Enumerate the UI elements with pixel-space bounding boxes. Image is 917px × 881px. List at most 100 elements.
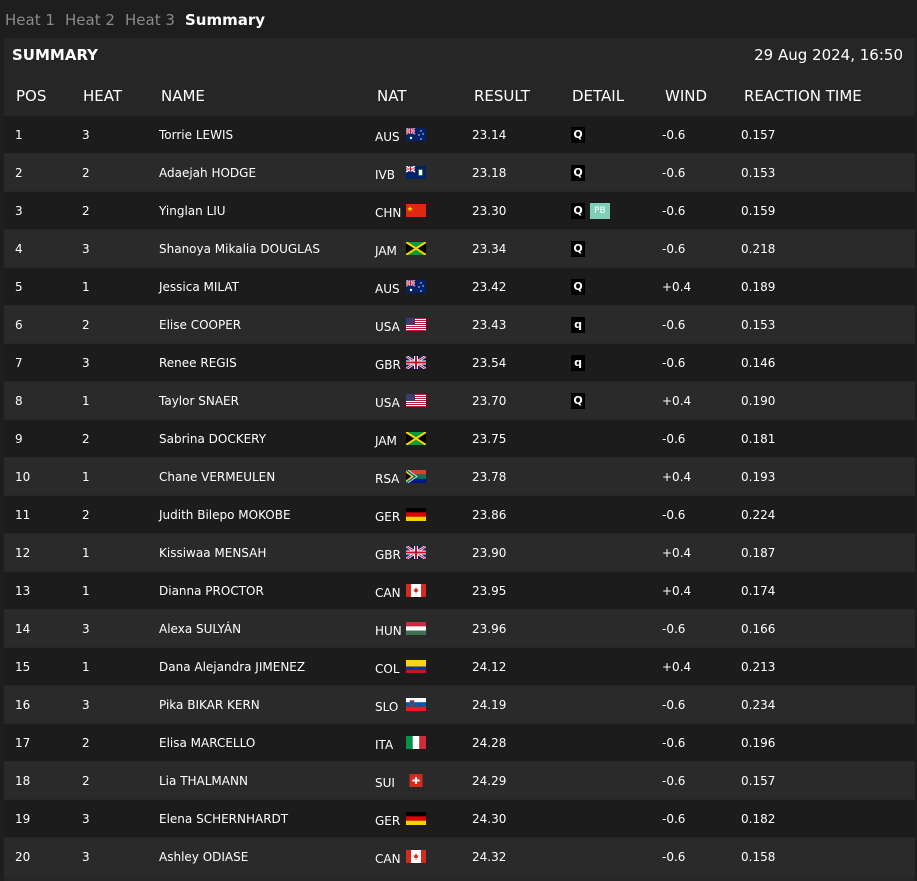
tab-heat-3[interactable]: Heat 3: [125, 11, 175, 29]
col-detail[interactable]: DETAIL: [572, 87, 624, 105]
col-wind[interactable]: WIND: [665, 87, 707, 105]
row-reaction-time: 0.196: [741, 736, 776, 750]
row-pos: 2: [15, 166, 23, 180]
row-result: 24.28: [472, 736, 507, 750]
table-row[interactable]: 3 2 Yinglan LIU CHN 23.30 Q PB -0.6 0.15…: [4, 192, 915, 229]
table-row[interactable]: 10 1 Chane VERMEULEN RSA 23.78 +0.4 0.19…: [4, 458, 915, 495]
row-heat: 3: [82, 850, 90, 864]
row-athlete-name[interactable]: Sabrina DOCKERY: [159, 432, 266, 446]
flag-icon: [406, 698, 426, 711]
row-heat: 1: [82, 280, 90, 294]
table-row[interactable]: 11 2 Judith Bilepo MOKOBE GER 23.86 -0.6…: [4, 496, 915, 533]
row-wind: -0.6: [662, 812, 686, 826]
row-athlete-name[interactable]: Kissiwaa MENSAH: [159, 546, 266, 560]
flag-icon: [406, 356, 426, 369]
table-row[interactable]: 2 2 Adaejah HODGE IVB 23.18 Q -0.6 0.153: [4, 154, 915, 191]
row-heat: 3: [82, 356, 90, 370]
row-athlete-name[interactable]: Elena SCHERNHARDT: [159, 812, 288, 826]
row-wind: -0.6: [662, 622, 686, 636]
row-result: 24.29: [472, 774, 507, 788]
row-nat: GER: [375, 814, 401, 828]
row-pos: 20: [15, 850, 31, 864]
table-row[interactable]: 6 2 Elise COOPER USA 23.43 q -0.6 0.153: [4, 306, 915, 343]
table-header: POS HEAT NAME NAT RESULT DETAIL WIND REA…: [4, 87, 915, 111]
row-heat: 3: [82, 622, 90, 636]
row-athlete-name[interactable]: Alexa SULYÁN: [159, 622, 241, 636]
row-athlete-name[interactable]: Ashley ODIASE: [159, 850, 248, 864]
row-pos: 19: [15, 812, 31, 826]
row-athlete-name[interactable]: Adaejah HODGE: [159, 166, 256, 180]
col-result[interactable]: RESULT: [474, 87, 530, 105]
row-nat: ITA: [375, 738, 394, 752]
row-nat: CHN: [375, 206, 402, 220]
row-athlete-name[interactable]: Renee REGIS: [159, 356, 237, 370]
row-nat: AUS: [375, 130, 400, 144]
row-reaction-time: 0.213: [741, 660, 776, 674]
table-row[interactable]: 12 1 Kissiwaa MENSAH GBR 23.90 +0.4 0.18…: [4, 534, 915, 571]
table-row[interactable]: 7 3 Renee REGIS GBR 23.54 q -0.6 0.146: [4, 344, 915, 381]
row-heat: 2: [82, 508, 90, 522]
row-heat: 3: [82, 242, 90, 256]
row-athlete-name[interactable]: Dianna PROCTOR: [159, 584, 264, 598]
row-athlete-name[interactable]: Taylor SNAER: [159, 394, 239, 408]
row-athlete-name[interactable]: Dana Alejandra JIMENEZ: [159, 660, 305, 674]
table-row[interactable]: 5 1 Jessica MILAT AUS 23.42 Q +0.4 0.189: [4, 268, 915, 305]
summary-datetime: 29 Aug 2024, 16:50: [754, 46, 903, 64]
table-row[interactable]: 4 3 Shanoya Mikalia DOUGLAS JAM 23.34 Q …: [4, 230, 915, 267]
row-heat: 3: [82, 128, 90, 142]
flag-icon: [406, 736, 426, 749]
col-reaction-time[interactable]: REACTION TIME: [744, 87, 862, 105]
row-athlete-name[interactable]: Chane VERMEULEN: [159, 470, 275, 484]
row-athlete-name[interactable]: Judith Bilepo MOKOBE: [159, 508, 291, 522]
row-wind: -0.6: [662, 204, 686, 218]
row-reaction-time: 0.190: [741, 394, 776, 408]
row-result: 23.70: [472, 394, 507, 408]
row-athlete-name[interactable]: Elise COOPER: [159, 318, 241, 332]
table-row[interactable]: 9 2 Sabrina DOCKERY JAM 23.75 -0.6 0.181: [4, 420, 915, 457]
table-row[interactable]: 16 3 Pika BIKAR KERN SLO 24.19 -0.6 0.23…: [4, 686, 915, 723]
flag-icon: [406, 622, 426, 635]
table-row[interactable]: 14 3 Alexa SULYÁN HUN 23.96 -0.6 0.166: [4, 610, 915, 647]
table-row[interactable]: 20 3 Ashley ODIASE CAN 24.32 -0.6 0.158: [4, 838, 915, 875]
row-result: 23.54: [472, 356, 507, 370]
row-detail: Q: [571, 127, 585, 143]
row-athlete-name[interactable]: Lia THALMANN: [159, 774, 248, 788]
col-name[interactable]: NAME: [161, 87, 205, 105]
tab-summary[interactable]: Summary: [185, 11, 265, 29]
col-heat[interactable]: HEAT: [83, 87, 122, 105]
row-reaction-time: 0.153: [741, 166, 776, 180]
tab-heat-1[interactable]: Heat 1: [5, 11, 55, 29]
row-pos: 17: [15, 736, 31, 750]
row-wind: -0.6: [662, 242, 686, 256]
row-result: 24.19: [472, 698, 507, 712]
results-table: 1 3 Torrie LEWIS AUS 23.14 Q -0.6 0.157 …: [4, 116, 915, 876]
row-nat: CAN: [375, 586, 401, 600]
table-row[interactable]: 8 1 Taylor SNAER USA 23.70 Q +0.4 0.190: [4, 382, 915, 419]
row-result: 23.14: [472, 128, 507, 142]
qualification-badge: Q: [571, 279, 585, 295]
col-nat[interactable]: NAT: [377, 87, 406, 105]
row-reaction-time: 0.193: [741, 470, 776, 484]
table-row[interactable]: 15 1 Dana Alejandra JIMENEZ COL 24.12 +0…: [4, 648, 915, 685]
row-athlete-name[interactable]: Elisa MARCELLO: [159, 736, 255, 750]
row-nat: JAM: [375, 244, 397, 258]
row-athlete-name[interactable]: Torrie LEWIS: [159, 128, 233, 142]
row-athlete-name[interactable]: Pika BIKAR KERN: [159, 698, 260, 712]
table-row[interactable]: 13 1 Dianna PROCTOR CAN 23.95 +0.4 0.174: [4, 572, 915, 609]
row-reaction-time: 0.174: [741, 584, 776, 598]
row-wind: +0.4: [662, 470, 692, 484]
row-athlete-name[interactable]: Jessica MILAT: [159, 280, 239, 294]
row-athlete-name[interactable]: Yinglan LIU: [159, 204, 226, 218]
flag-icon: [406, 660, 426, 673]
table-row[interactable]: 1 3 Torrie LEWIS AUS 23.14 Q -0.6 0.157: [4, 116, 915, 153]
tab-heat-2[interactable]: Heat 2: [65, 11, 115, 29]
row-pos: 12: [15, 546, 31, 560]
row-pos: 8: [15, 394, 23, 408]
row-nat: SLO: [375, 700, 399, 714]
row-athlete-name[interactable]: Shanoya Mikalia DOUGLAS: [159, 242, 320, 256]
table-row[interactable]: 18 2 Lia THALMANN SUI 24.29 -0.6 0.157: [4, 762, 915, 799]
table-row[interactable]: 19 3 Elena SCHERNHARDT GER 24.30 -0.6 0.…: [4, 800, 915, 837]
table-row[interactable]: 17 2 Elisa MARCELLO ITA 24.28 -0.6 0.196: [4, 724, 915, 761]
col-pos[interactable]: POS: [16, 87, 46, 105]
row-heat: 1: [82, 584, 90, 598]
